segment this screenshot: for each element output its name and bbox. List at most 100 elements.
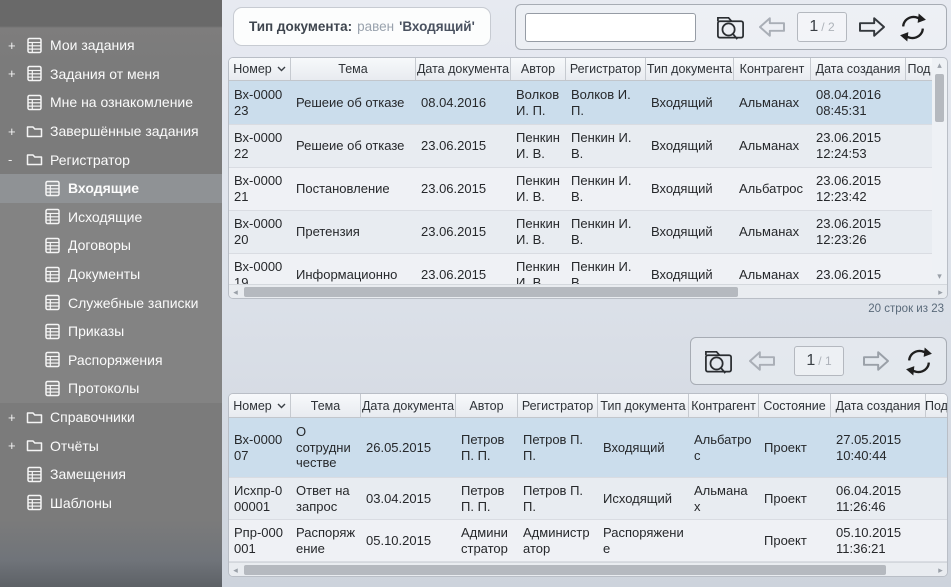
column-header[interactable]: Дата документа <box>416 58 511 80</box>
horizontal-scrollbar[interactable]: ◂ ▸ <box>229 562 947 577</box>
column-header[interactable]: Автор <box>456 394 518 417</box>
folder-search-icon[interactable] <box>714 12 747 43</box>
scroll-down-icon[interactable]: ▾ <box>937 272 942 281</box>
column-header-label: Тип документа <box>647 62 732 76</box>
sidebar-item[interactable]: +Отчёты <box>0 431 222 460</box>
column-header[interactable]: Дата документа <box>361 394 456 417</box>
table-body: Вх-000023Решеие об отказе08.04.2016Волко… <box>229 81 932 284</box>
folder-search-icon[interactable] <box>702 346 735 377</box>
table-cell: Пенкин И. В. <box>566 254 646 284</box>
table-cell: Петров П. П. <box>456 418 518 477</box>
filter-chip[interactable]: Тип документа: равен 'Входящий' <box>233 7 491 46</box>
scroll-left-icon[interactable]: ◂ <box>229 288 242 297</box>
next-page-button[interactable] <box>857 15 887 39</box>
table-cell: Проект <box>759 418 831 477</box>
table-cell: 23.06.2015 12:24:53 <box>811 125 906 167</box>
table-cell: Администратор <box>518 520 598 561</box>
column-header[interactable]: Тип документа <box>598 394 689 417</box>
horizontal-scroll-thumb[interactable] <box>244 287 738 297</box>
page-indicator[interactable]: 1 / 2 <box>797 12 847 42</box>
table-row[interactable]: Вх-000019Информационно23.06.2015Пенкин И… <box>229 254 932 284</box>
sidebar-item[interactable]: +Мои задания <box>0 31 222 60</box>
prev-page-button[interactable] <box>747 349 777 373</box>
table-cell: Решеие об отказе <box>291 81 416 124</box>
horizontal-scrollbar[interactable]: ◂ ▸ <box>229 284 947 299</box>
table-cell <box>906 168 932 210</box>
sidebar-item[interactable]: Шаблоны <box>0 489 222 518</box>
scroll-right-icon[interactable]: ▸ <box>934 288 947 297</box>
column-header[interactable]: Тема <box>291 58 416 80</box>
sidebar-item[interactable]: +Задания от меня <box>0 60 222 89</box>
column-header-label: Тема <box>338 62 367 76</box>
sidebar-item[interactable]: Служебные записки <box>0 288 222 317</box>
expand-icon[interactable]: + <box>8 124 26 139</box>
sidebar-item[interactable]: Распоряжения <box>0 346 222 375</box>
column-header[interactable]: Номер <box>229 58 291 80</box>
column-header[interactable]: Контрагент <box>734 58 811 80</box>
table-header: НомерТемаДата документаАвторРегистраторТ… <box>229 394 947 418</box>
column-header[interactable]: Дата создания <box>831 394 926 417</box>
expand-icon[interactable]: + <box>8 438 26 453</box>
table-row[interactable]: Исхпр-000001Ответ на запрос03.04.2015Пет… <box>229 478 947 520</box>
sidebar-item[interactable]: Документы <box>0 260 222 289</box>
next-page-button[interactable] <box>861 349 891 373</box>
table-cell: Входящий <box>646 81 734 124</box>
column-header-label: Дата создания <box>836 399 921 413</box>
sidebar-item[interactable]: Договоры <box>0 231 222 260</box>
row-count-status: 20 строк из 23 <box>868 303 944 315</box>
sidebar-item[interactable]: Мне на ознакомление <box>0 88 222 117</box>
sidebar-item[interactable]: +Завершённые задания <box>0 117 222 146</box>
vertical-scrollbar[interactable]: ▴ ▾ <box>932 58 947 284</box>
sidebar-item[interactable]: Исходящие <box>0 203 222 232</box>
vertical-scroll-thumb[interactable] <box>935 74 944 122</box>
column-header[interactable]: Под <box>906 58 932 80</box>
collapse-icon[interactable]: - <box>8 152 26 167</box>
table-cell: Распоряжение <box>598 520 689 561</box>
table-cell: Распоряжение <box>291 520 361 561</box>
column-header-label: Под <box>926 399 947 413</box>
sidebar-item[interactable]: Протоколы <box>0 374 222 403</box>
column-header[interactable]: Тема <box>291 394 361 417</box>
search-input[interactable] <box>525 13 696 42</box>
refresh-icon[interactable] <box>897 12 929 43</box>
sidebar-item[interactable]: -Регистратор <box>0 145 222 174</box>
table-row[interactable]: Вх-000021Постановление23.06.2015Пенкин И… <box>229 168 932 211</box>
sidebar-item[interactable]: +Справочники <box>0 403 222 432</box>
scroll-up-icon[interactable]: ▴ <box>937 61 942 70</box>
table-cell: 05.10.2015 <box>361 520 456 561</box>
column-header[interactable]: Автор <box>511 58 566 80</box>
document-icon <box>44 208 61 225</box>
table-body: Вх-000007О сотрудничестве26.05.2015Петро… <box>229 418 947 562</box>
column-header[interactable]: Регистратор <box>518 394 598 417</box>
column-header[interactable]: Регистратор <box>566 58 646 80</box>
sidebar-item[interactable]: Замещения <box>0 460 222 489</box>
refresh-icon[interactable] <box>903 346 935 377</box>
table-row[interactable]: Вх-000020Претензия23.06.2015Пенкин И. В.… <box>229 211 932 254</box>
table-row[interactable]: Вх-000022Решеие об отказе23.06.2015Пенки… <box>229 125 932 168</box>
column-header[interactable]: Номер <box>229 394 291 417</box>
column-header[interactable]: Под <box>926 394 947 417</box>
horizontal-scroll-thumb[interactable] <box>244 565 886 575</box>
scroll-left-icon[interactable]: ◂ <box>229 566 242 575</box>
document-icon <box>26 37 43 54</box>
sidebar-item[interactable]: Приказы <box>0 317 222 346</box>
table-row[interactable]: Вх-000023Решеие об отказе08.04.2016Волко… <box>229 81 932 125</box>
prev-page-button[interactable] <box>757 15 787 39</box>
table-row[interactable]: Рпр-000001Распоряжение05.10.2015Админист… <box>229 520 947 562</box>
column-header[interactable]: Контрагент <box>689 394 759 417</box>
column-header[interactable]: Дата создания <box>811 58 906 80</box>
bottom-toolbar: 1 / 1 <box>690 337 947 385</box>
table-cell <box>926 478 947 519</box>
column-header[interactable]: Тип документа <box>646 58 734 80</box>
page-indicator[interactable]: 1 / 1 <box>794 346 844 376</box>
expand-icon[interactable]: + <box>8 38 26 53</box>
document-icon <box>26 466 43 483</box>
scroll-right-icon[interactable]: ▸ <box>934 566 947 575</box>
table-cell: Входящий <box>646 125 734 167</box>
table-row[interactable]: Вх-000007О сотрудничестве26.05.2015Петро… <box>229 418 947 478</box>
table-cell: Входящий <box>646 254 734 284</box>
column-header[interactable]: Состояние <box>759 394 831 417</box>
expand-icon[interactable]: + <box>8 410 26 425</box>
sidebar-item[interactable]: Входящие <box>0 174 222 203</box>
expand-icon[interactable]: + <box>8 66 26 81</box>
